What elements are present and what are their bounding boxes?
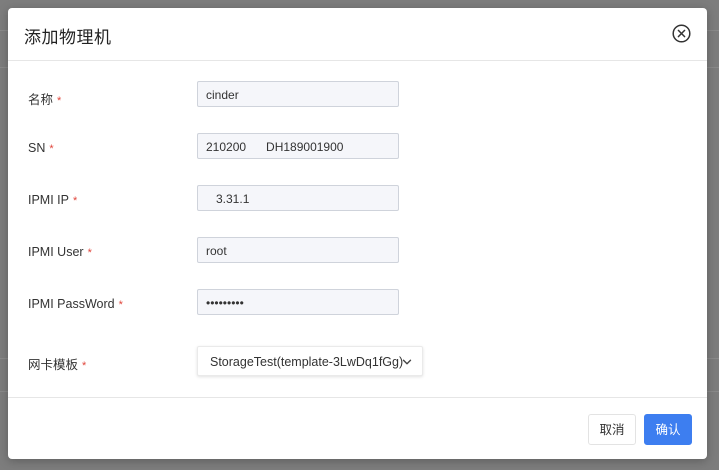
sn-input[interactable]: 210200 DH189001900	[197, 133, 399, 159]
ipmi-ip-input[interactable]: 3.31.1	[197, 185, 399, 211]
required-marker: *	[87, 247, 92, 259]
required-marker: *	[82, 360, 87, 372]
form-row-ipmi-ip: IPMI IP * 3.31.1	[8, 185, 707, 217]
dialog-title: 添加物理机	[24, 28, 112, 47]
dialog-header: 添加物理机	[8, 8, 707, 61]
cancel-button[interactable]: 取消	[588, 414, 636, 445]
nic-template-label: 网卡模板 *	[28, 354, 86, 373]
required-marker: *	[72, 195, 78, 207]
form-row-sn: SN * 210200 DH189001900	[8, 133, 707, 165]
nic-template-select[interactable]: StorageTest(template-3LwDq1fGg)	[197, 346, 423, 376]
ipmi-ip-label: IPMI IP *	[28, 193, 77, 207]
form-row-ipmi-user: IPMI User * root	[8, 237, 707, 269]
ipmi-user-input[interactable]: root	[197, 237, 399, 263]
required-marker: *	[118, 299, 123, 311]
close-circle-icon	[672, 24, 691, 43]
ipmi-password-input[interactable]: •••••••••	[197, 289, 399, 315]
name-label: 名称 *	[28, 89, 61, 108]
ipmi-password-label-text: IPMI PassWord	[28, 297, 115, 311]
name-label-text: 名称	[28, 93, 54, 107]
required-marker: *	[49, 143, 54, 155]
confirm-button[interactable]: 确认	[644, 414, 692, 445]
ipmi-password-label: IPMI PassWord *	[28, 297, 123, 311]
ipmi-ip-label-text: IPMI IP	[28, 193, 69, 207]
ipmi-user-label-text: IPMI User	[28, 245, 84, 259]
sn-label: SN *	[28, 141, 54, 155]
ipmi-user-label: IPMI User *	[28, 245, 92, 259]
form-row-ipmi-password: IPMI PassWord * •••••••••	[8, 289, 707, 321]
close-button[interactable]	[672, 24, 691, 43]
form-row-nic-template: 网卡模板 * StorageTest(template-3LwDq1fGg)	[8, 346, 707, 378]
form-row-name: 名称 * cinder	[8, 81, 707, 113]
nic-template-selected-value: StorageTest(template-3LwDq1fGg)	[210, 355, 404, 369]
chevron-down-icon	[402, 359, 412, 365]
name-input[interactable]: cinder	[197, 81, 399, 107]
nic-template-label-text: 网卡模板	[28, 358, 79, 372]
dialog-footer: 取消 确认	[8, 397, 707, 460]
sn-label-text: SN	[28, 141, 46, 155]
required-marker: *	[57, 95, 62, 107]
add-physical-machine-dialog: 添加物理机 名称 * cinder SN * 210200 DH189001900 …	[8, 8, 707, 459]
